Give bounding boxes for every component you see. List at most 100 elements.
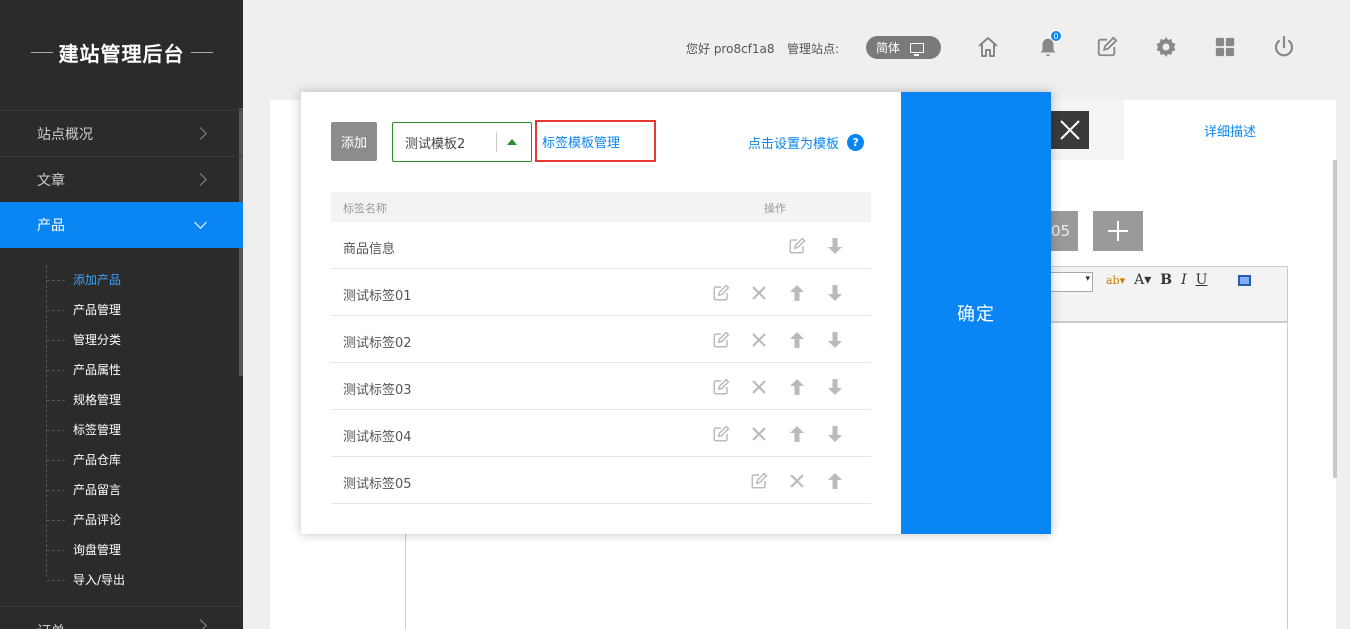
submenu-item-warehouse[interactable]: 产品仓库 [0, 445, 243, 475]
power-icon[interactable] [1270, 33, 1298, 61]
template-select[interactable]: 测试模板2 [392, 122, 532, 162]
column-header-name: 标签名称 [343, 202, 387, 215]
set-as-template-link[interactable]: 点击设置为模板 ? [748, 133, 865, 152]
site-label: 管理站点: [787, 42, 840, 56]
help-icon[interactable]: ? [847, 134, 865, 151]
submenu-item-inquiries[interactable]: 询盘管理 [0, 535, 243, 565]
chevron-right-icon [194, 127, 207, 140]
submenu-item-messages[interactable]: 产品留言 [0, 475, 243, 505]
arrow-up-icon[interactable] [787, 377, 807, 397]
arrow-down-icon[interactable] [825, 377, 845, 397]
arrow-up-icon[interactable] [787, 283, 807, 303]
sidebar-item-label: 产品 [37, 218, 65, 234]
bell-icon[interactable]: 0 [1034, 30, 1062, 61]
table-row: 测试标签03 [331, 363, 871, 410]
app-logo: 建站管理后台 [0, 0, 243, 104]
edit-icon[interactable] [711, 377, 731, 397]
submenu-item-specs[interactable]: 规格管理 [0, 385, 243, 415]
tab-detail-description[interactable]: 详细描述 [1124, 100, 1336, 160]
submenu-item-add-product[interactable]: 添加产品 [0, 265, 243, 295]
arrow-down-icon[interactable] [825, 330, 845, 350]
table-row: 测试标签04 [331, 410, 871, 457]
sidebar-item-label: 文章 [37, 172, 65, 189]
chevron-down-icon [194, 216, 207, 229]
tag-name: 商品信息 [343, 242, 396, 257]
font-size-select[interactable] [1051, 272, 1093, 292]
pager-button[interactable]: 05 [1051, 211, 1078, 251]
arrow-up-icon[interactable] [825, 471, 845, 491]
chevron-right-icon [194, 619, 207, 629]
add-tag-button[interactable]: 添加 [331, 122, 377, 161]
sidebar-item-label: 订单 [37, 621, 65, 629]
table-header: 标签名称 操作 [331, 192, 871, 222]
edit-icon[interactable] [711, 330, 731, 350]
product-submenu: 添加产品 产品管理 管理分类 产品属性 规格管理 标签管理 产品仓库 产品留言 … [0, 248, 243, 603]
monitor-icon [910, 42, 925, 56]
bold-icon[interactable]: B [1160, 272, 1172, 288]
close-icon [1060, 120, 1080, 140]
language-label: 简体 [876, 41, 901, 55]
delete-icon[interactable] [749, 330, 769, 350]
submenu-item-import-export[interactable]: 导入/导出 [0, 565, 243, 595]
arrow-down-icon[interactable] [825, 283, 845, 303]
delete-icon[interactable] [749, 283, 769, 303]
chevron-right-icon [194, 173, 207, 186]
edit-icon[interactable] [711, 283, 731, 303]
tag-name: 测试标签05 [343, 477, 412, 492]
sidebar-item-articles[interactable]: 文章 [0, 156, 243, 202]
grid-icon[interactable] [1211, 33, 1239, 61]
submenu-item-reviews[interactable]: 产品评论 [0, 505, 243, 535]
home-icon[interactable] [974, 33, 1002, 61]
column-header-operation: 操作 [764, 202, 786, 215]
tag-template-modal: 添加 测试模板2 标签模板管理 点击设置为模板 ? 标签名称 操作 商品信息 测… [301, 92, 1051, 534]
submenu-item-tags[interactable]: 标签管理 [0, 415, 243, 445]
highlight-icon[interactable]: ab▾ [1106, 274, 1125, 287]
arrow-up-icon[interactable] [787, 330, 807, 350]
edit-icon[interactable] [1093, 33, 1121, 61]
submenu-item-categories[interactable]: 管理分类 [0, 325, 243, 355]
table-row: 测试标签02 [331, 316, 871, 363]
table-row: 测试标签01 [331, 269, 871, 316]
sidebar-item-label: 站点概况 [37, 126, 93, 143]
add-button[interactable] [1093, 211, 1143, 251]
template-select-value: 测试模板2 [405, 136, 466, 152]
tag-name: 测试标签04 [343, 430, 412, 445]
editor-toolbar: ab▾ A▾ B I U [1051, 266, 1288, 322]
edit-icon[interactable] [749, 471, 769, 491]
sidebar-item-overview[interactable]: 站点概况 [0, 110, 243, 156]
arrow-up-icon[interactable] [787, 424, 807, 444]
table-row: 商品信息 [331, 222, 871, 269]
plus-icon [1108, 221, 1128, 241]
page-scrollbar[interactable] [1333, 160, 1337, 478]
confirm-button[interactable]: 确定 [901, 92, 1051, 534]
italic-icon[interactable]: I [1181, 272, 1187, 288]
app-title: 建站管理后台 [58, 41, 185, 66]
arrow-down-icon[interactable] [825, 424, 845, 444]
language-switch[interactable]: 简体 [866, 36, 941, 59]
gear-icon[interactable] [1152, 33, 1180, 61]
font-color-icon[interactable]: A▾ [1134, 272, 1151, 288]
sidebar: 建站管理后台 站点概况 文章 产品 添加产品 产品管理 管理分类 产品属性 规格… [0, 0, 243, 629]
sidebar-item-orders[interactable]: 订单 [0, 606, 243, 629]
tag-template-manage-link[interactable]: 标签模板管理 [535, 120, 656, 162]
edit-icon[interactable] [787, 236, 807, 256]
delete-icon[interactable] [749, 424, 769, 444]
notification-badge: 0 [1050, 30, 1062, 42]
delete-icon[interactable] [787, 471, 807, 491]
monitor-icon[interactable] [1238, 274, 1252, 286]
close-button[interactable] [1051, 111, 1089, 149]
tag-name: 测试标签03 [343, 383, 412, 398]
top-bar: 您好 pro8cf1a8 管理站点: 简体 0 [243, 0, 1350, 94]
edit-icon[interactable] [711, 424, 731, 444]
underline-icon[interactable]: U [1196, 272, 1208, 288]
submenu-item-attributes[interactable]: 产品属性 [0, 355, 243, 385]
tag-name: 测试标签02 [343, 336, 412, 351]
tag-table: 标签名称 操作 商品信息 测试标签01 测试标签02 测试标签03 测试标签04… [331, 192, 871, 504]
submenu-item-product-manage[interactable]: 产品管理 [0, 295, 243, 325]
caret-up-icon [507, 139, 517, 145]
arrow-down-icon[interactable] [825, 236, 845, 256]
table-row: 测试标签05 [331, 457, 871, 504]
delete-icon[interactable] [749, 377, 769, 397]
tag-name: 测试标签01 [343, 289, 412, 304]
sidebar-item-products[interactable]: 产品 [0, 202, 243, 248]
